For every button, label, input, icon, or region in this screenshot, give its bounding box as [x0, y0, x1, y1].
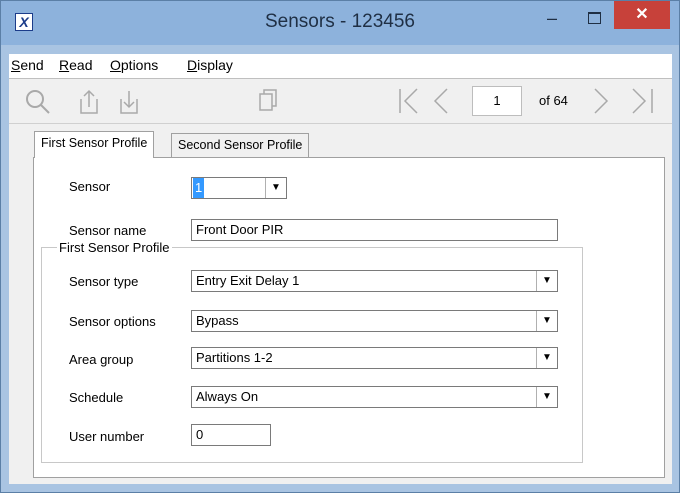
- search-icon[interactable]: [25, 89, 51, 115]
- page-count: of 64: [539, 93, 568, 108]
- chevron-down-icon[interactable]: ▼: [265, 178, 286, 198]
- sensor-type-value: Entry Exit Delay 1: [196, 273, 300, 288]
- title-bar[interactable]: X Sensors - 123456 – ✕: [1, 1, 679, 45]
- menu-options-mnemonic: O: [110, 57, 121, 73]
- close-button[interactable]: ✕: [614, 1, 670, 29]
- group-title: First Sensor Profile: [57, 240, 172, 255]
- maximize-button[interactable]: [577, 7, 611, 33]
- user-number-label: User number: [69, 429, 145, 444]
- sensor-options-label: Sensor options: [69, 314, 156, 329]
- sensor-select-value: 1: [193, 178, 205, 198]
- maximize-icon: [588, 12, 601, 24]
- sensor-name-label: Sensor name: [69, 223, 147, 238]
- area-group-label: Area group: [69, 352, 134, 367]
- menu-display[interactable]: Display: [187, 57, 233, 73]
- last-page-icon[interactable]: [627, 87, 657, 115]
- schedule-label: Schedule: [69, 390, 124, 405]
- menu-read[interactable]: Read: [59, 57, 92, 73]
- sensors-window: X Sensors - 123456 – ✕ Send Read Options…: [0, 0, 680, 493]
- menu-send-mnemonic: S: [11, 57, 21, 73]
- previous-page-icon[interactable]: [429, 87, 453, 115]
- menu-display-mnemonic: D: [187, 57, 198, 73]
- schedule-select[interactable]: Always On ▼: [191, 386, 558, 408]
- menu-read-label: ead: [69, 57, 93, 73]
- menu-options-label: ptions: [120, 57, 159, 73]
- tab-second-sensor-profile[interactable]: Second Sensor Profile: [171, 133, 310, 157]
- tab-first-sensor-profile[interactable]: First Sensor Profile: [34, 131, 155, 158]
- sensor-type-label: Sensor type: [69, 274, 139, 289]
- menu-read-mnemonic: R: [59, 57, 70, 73]
- download-icon[interactable]: [117, 87, 141, 115]
- sensor-select[interactable]: 1 ▼: [191, 177, 287, 199]
- menu-send-label: end: [20, 57, 44, 73]
- menu-display-label: isplay: [197, 57, 233, 73]
- menu-send[interactable]: Send: [11, 57, 44, 73]
- sensor-name-input[interactable]: Front Door PIR: [191, 219, 558, 241]
- next-page-icon[interactable]: [589, 87, 613, 115]
- toolbar: 1 of 64: [9, 79, 672, 124]
- menu-options[interactable]: Options: [110, 57, 158, 73]
- sensor-label: Sensor: [69, 179, 111, 194]
- chevron-down-icon[interactable]: ▼: [536, 271, 557, 291]
- copy-icon[interactable]: [255, 87, 279, 115]
- minimize-button[interactable]: –: [535, 7, 569, 33]
- sensor-options-select[interactable]: Bypass ▼: [191, 310, 558, 332]
- upload-icon[interactable]: [77, 87, 101, 115]
- chevron-down-icon[interactable]: ▼: [536, 387, 557, 407]
- sensor-type-select[interactable]: Entry Exit Delay 1 ▼: [191, 270, 558, 292]
- chevron-down-icon[interactable]: ▼: [536, 348, 557, 368]
- first-page-icon[interactable]: [397, 87, 427, 115]
- menu-bar: Send Read Options Display: [9, 54, 672, 79]
- sensor-options-value: Bypass: [196, 313, 239, 328]
- area-group-value: Partitions 1-2: [196, 350, 273, 365]
- chevron-down-icon[interactable]: ▼: [536, 311, 557, 331]
- user-number-input[interactable]: 0: [191, 424, 271, 446]
- page-number-input[interactable]: 1: [472, 86, 522, 116]
- schedule-value: Always On: [196, 389, 259, 404]
- area-group-select[interactable]: Partitions 1-2 ▼: [191, 347, 558, 369]
